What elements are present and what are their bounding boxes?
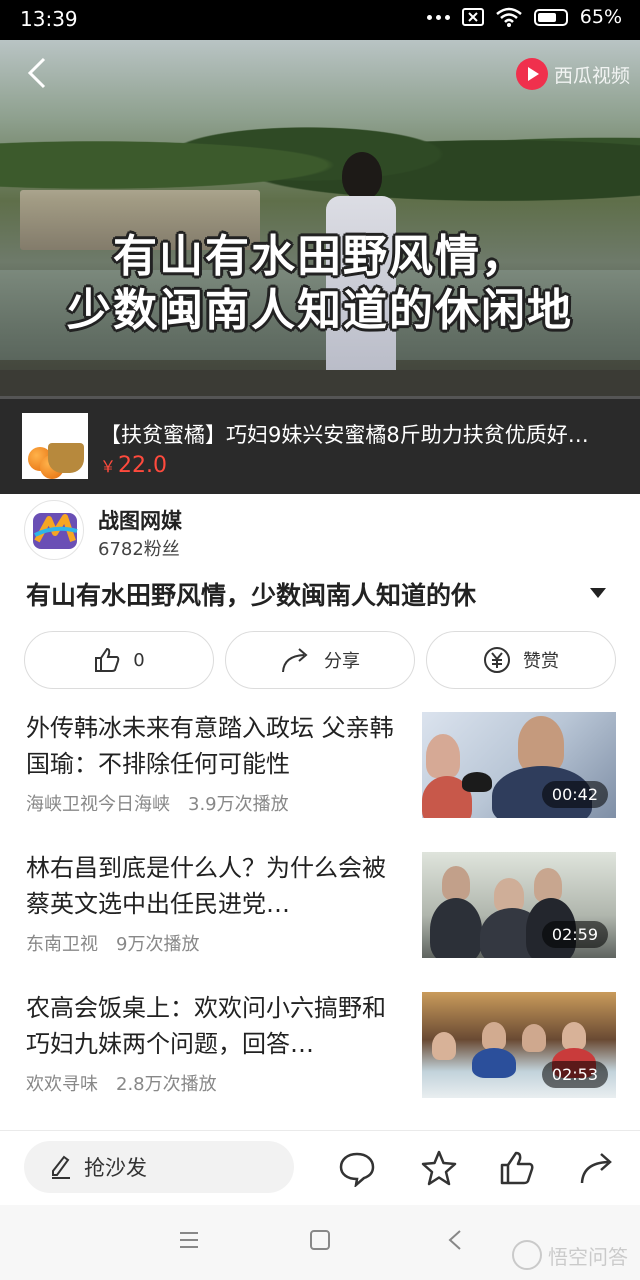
comment-bubble-icon[interactable] [338, 1149, 376, 1187]
product-title: 【扶贫蜜橘】巧妇9妹兴安蜜橘8斤助力扶贫优质好… [100, 423, 589, 447]
sim-off-icon [461, 8, 484, 26]
related-video-thumbnail: 02:53 [422, 992, 616, 1098]
product-price: ￥22.0 [100, 453, 167, 478]
related-video-meta: 东南卫视 9万次播放 [26, 934, 200, 955]
duration-badge: 02:53 [541, 1061, 608, 1088]
expand-title-icon[interactable] [590, 588, 606, 598]
watermark: 悟空问答 [512, 1240, 628, 1270]
wifi-icon [495, 7, 522, 27]
menu-icon[interactable] [178, 1229, 200, 1251]
related-video-title: 林右昌到底是什么人？为什么会被蔡英文选中出任民进党… [26, 854, 386, 918]
duration-badge: 00:42 [541, 781, 608, 808]
related-video-item[interactable]: 农高会饭桌上：欢欢问小六搞野和巧妇九妹两个问题，回答… 欢欢寻味 2.8万次播放 … [0, 990, 640, 1120]
related-video-item[interactable]: 外传韩冰未来有意踏入政坛 父亲韩国瑜：不排除任何可能性 海峡卫视今日海峡 3.9万… [0, 710, 640, 840]
share-arrow-icon[interactable] [578, 1149, 616, 1187]
product-ad[interactable]: 【扶贫蜜橘】巧妇9妹兴安蜜橘8斤助力扶贫优质好… ￥22.0 [0, 399, 640, 494]
status-bar: 13:39 65% [0, 0, 640, 40]
action-row: 0 分享 赞赏 [24, 631, 616, 689]
watermark-text: 悟空问答 [548, 1244, 628, 1269]
related-video-meta: 欢欢寻味 2.8万次播放 [26, 1074, 217, 1095]
back-chevron-icon[interactable] [446, 1229, 464, 1251]
play-logo-icon [515, 58, 548, 90]
notification-dots-icon [426, 14, 450, 20]
share-button[interactable]: 分享 [225, 631, 415, 689]
share-arrow-icon [282, 648, 308, 673]
like-count: 0 [133, 649, 145, 671]
thumbs-up-icon [95, 647, 120, 672]
video-scene-ground [0, 370, 640, 398]
back-arrow-icon[interactable] [24, 56, 50, 90]
article-title: 有山有水田野风情，少数闽南人知道的休 [26, 581, 477, 610]
related-video-thumbnail: 00:42 [422, 712, 616, 818]
author-name[interactable]: 战图网媒 [98, 505, 182, 535]
status-icons: 65% [426, 6, 622, 28]
platform-logo-text: 西瓜视频 [553, 64, 630, 87]
share-label: 分享 [324, 651, 360, 672]
platform-logo: 西瓜视频 [515, 58, 630, 90]
reward-label: 赞赏 [523, 651, 559, 672]
favorite-star-icon[interactable] [420, 1149, 458, 1187]
related-video-meta: 海峡卫视今日海峡 3.9万次播放 [26, 794, 289, 815]
related-video-thumbnail: 02:59 [422, 852, 616, 958]
status-time: 13:39 [20, 7, 78, 31]
yen-coin-icon [484, 647, 510, 673]
related-video-item[interactable]: 林右昌到底是什么人？为什么会被蔡英文选中出任民进党… 东南卫视 9万次播放 02:… [0, 850, 640, 980]
video-caption: 有山有水田野风情， 少数闽南人知道的休闲地 [0, 230, 640, 338]
author-avatar[interactable] [24, 500, 84, 560]
bottom-action-bar: 抢沙发 [0, 1130, 640, 1204]
video-player[interactable]: 西瓜视频 有山有水田野风情， 少数闽南人知道的休闲地 [0, 40, 640, 398]
battery-icon [533, 8, 568, 26]
reward-button[interactable]: 赞赏 [426, 631, 616, 689]
battery-percent: 65% [579, 6, 622, 28]
comment-input[interactable]: 抢沙发 [24, 1141, 294, 1193]
home-square-icon[interactable] [309, 1229, 331, 1251]
comment-placeholder: 抢沙发 [84, 1156, 147, 1180]
video-caption-line2: 少数闽南人知道的休闲地 [67, 285, 573, 336]
duration-badge: 02:59 [541, 921, 608, 948]
product-thumbnail [22, 413, 88, 479]
thumbs-up-icon[interactable] [498, 1149, 536, 1187]
pen-icon [52, 1155, 70, 1179]
watermark-logo-icon [512, 1240, 542, 1270]
author-fans: 6782粉丝 [98, 539, 180, 560]
like-button[interactable]: 0 [24, 631, 214, 689]
related-video-title: 外传韩冰未来有意踏入政坛 父亲韩国瑜：不排除任何可能性 [26, 714, 394, 778]
video-caption-line1: 有山有水田野风情， [113, 231, 527, 282]
related-video-title: 农高会饭桌上：欢欢问小六搞野和巧妇九妹两个问题，回答… [26, 994, 386, 1058]
